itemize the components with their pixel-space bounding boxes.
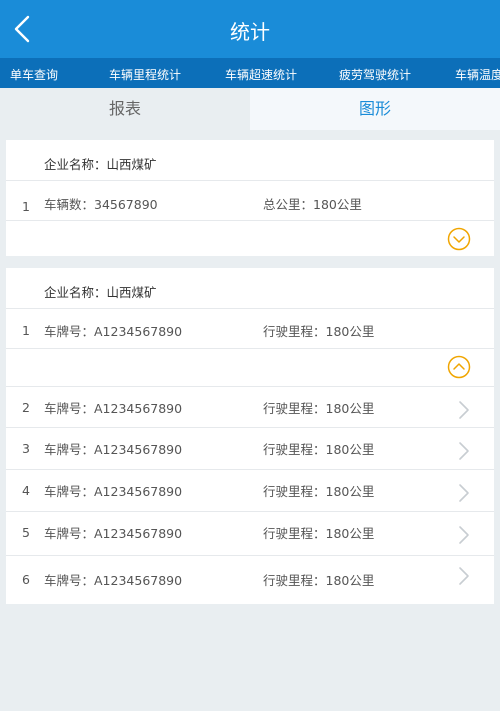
mileage: 行驶里程：180公里 <box>263 573 375 588</box>
divider <box>6 180 494 181</box>
chevron-right-icon[interactable] <box>456 440 472 462</box>
plate-number: 车牌号：A1234567890 <box>44 442 183 457</box>
company-name: 企业名称：山西煤矿 <box>44 157 157 172</box>
tab-graph[interactable]: 图形 <box>250 88 500 130</box>
divider <box>6 308 494 309</box>
row-index: 5 <box>22 525 30 540</box>
app-header: 统计 <box>0 0 500 58</box>
chevron-right-icon[interactable] <box>456 399 472 421</box>
plate-number: 车牌号：A1234567890 <box>44 401 183 416</box>
nav-item-speeding-stats[interactable]: 车辆超速统计 <box>225 66 297 83</box>
chevron-right-icon[interactable] <box>456 524 472 546</box>
row-index: 4 <box>22 483 30 498</box>
summary-card: 企业名称：山西煤矿 1 车辆数：34567890 总公里：180公里 <box>6 140 494 256</box>
divider <box>6 427 494 428</box>
mileage: 行驶里程：180公里 <box>263 484 375 499</box>
nav-item-mileage-stats[interactable]: 车辆里程统计 <box>109 66 181 83</box>
plate-number: 车牌号：A1234567890 <box>44 324 183 339</box>
plate-number: 车牌号：A1234567890 <box>44 573 183 588</box>
mileage: 行驶里程：180公里 <box>263 526 375 541</box>
collapse-button[interactable] <box>447 355 471 379</box>
row-index: 1 <box>22 199 30 214</box>
chevron-right-icon[interactable] <box>456 482 472 504</box>
row-index: 6 <box>22 572 30 587</box>
nav-item-fatigue-stats[interactable]: 疲劳驾驶统计 <box>339 66 411 83</box>
row-index: 1 <box>22 323 30 338</box>
chevron-up-circle-icon <box>447 355 471 379</box>
nav-item-temperature[interactable]: 车辆温度 <box>455 66 500 83</box>
stats-nav: 单车查询 车辆里程统计 车辆超速统计 疲劳驾驶统计 车辆温度 <box>0 58 500 88</box>
nav-item-single-vehicle[interactable]: 单车查询 <box>10 66 58 83</box>
tab-report[interactable]: 报表 <box>0 88 250 130</box>
company-name: 企业名称：山西煤矿 <box>44 285 157 300</box>
mileage: 行驶里程：180公里 <box>263 442 375 457</box>
divider <box>6 511 494 512</box>
expand-button[interactable] <box>447 227 471 251</box>
vehicle-count: 车辆数：34567890 <box>44 197 158 212</box>
detail-card: 企业名称：山西煤矿 1 车牌号：A1234567890 行驶里程：180公里 2… <box>6 268 494 604</box>
view-tabs: 报表 图形 <box>0 88 500 130</box>
plate-number: 车牌号：A1234567890 <box>44 526 183 541</box>
mileage: 行驶里程：180公里 <box>263 401 375 416</box>
chevron-right-icon[interactable] <box>456 565 472 587</box>
divider <box>6 386 494 387</box>
total-km: 总公里：180公里 <box>263 197 362 212</box>
mileage: 行驶里程：180公里 <box>263 324 375 339</box>
divider <box>6 348 494 349</box>
divider <box>6 220 494 221</box>
row-index: 2 <box>22 400 30 415</box>
row-index: 3 <box>22 441 30 456</box>
divider <box>6 469 494 470</box>
chevron-down-circle-icon <box>447 227 471 251</box>
page-title: 统计 <box>230 20 270 44</box>
plate-number: 车牌号：A1234567890 <box>44 484 183 499</box>
divider <box>6 555 494 556</box>
